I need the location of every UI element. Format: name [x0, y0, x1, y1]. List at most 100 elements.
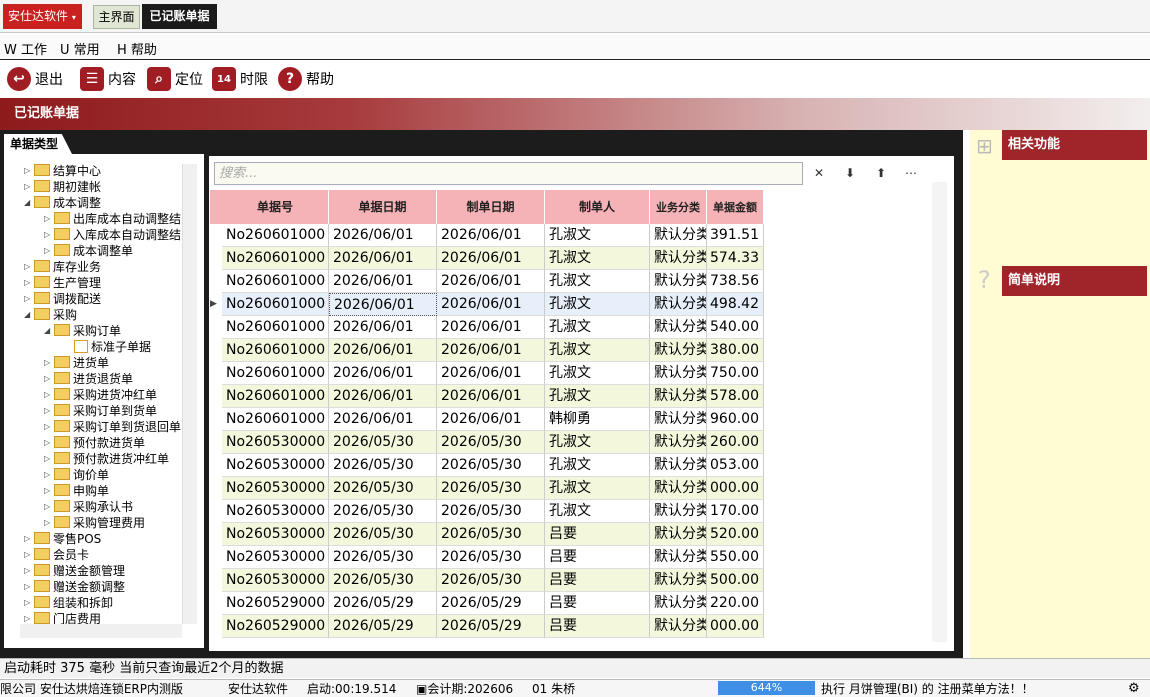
table-cell[interactable]: 220.00 — [707, 592, 764, 615]
collapsed-arrow-icon[interactable]: ▷ — [44, 502, 54, 511]
table-cell[interactable]: 默认分类 — [650, 362, 707, 385]
collapsed-arrow-icon[interactable]: ▷ — [24, 294, 34, 303]
table-row[interactable]: No260530000 2026/05/30 2026/05/30 吕要 默认分类 550… — [210, 546, 931, 569]
tree-item[interactable]: ▷ 入库成本自动调整结 — [44, 226, 181, 242]
tree-item[interactable]: ▷ 期初建帐 — [24, 178, 101, 194]
tree-item[interactable]: ▷ 赠送金额调整 — [24, 578, 125, 594]
table-cell[interactable]: 孔淑文 — [545, 316, 650, 339]
table-cell[interactable]: 默认分类 — [650, 385, 707, 408]
row-selector[interactable] — [210, 247, 222, 270]
related-functions-header[interactable]: 相关功能 — [1002, 130, 1147, 160]
table-row[interactable]: No260601000 2026/06/01 2026/06/01 韩柳勇 默认分类 96… — [210, 408, 931, 431]
table-cell[interactable]: No260601000 — [222, 339, 329, 362]
table-cell[interactable]: No260601000 — [222, 270, 329, 293]
table-row[interactable]: No260530000 2026/05/30 2026/05/30 孔淑文 默认分类 17… — [210, 500, 931, 523]
table-row[interactable]: No260601000 2026/06/01 2026/06/01 孔淑文 默认分类 75… — [210, 362, 931, 385]
row-selector[interactable] — [210, 270, 222, 293]
table-cell[interactable]: 2026/05/30 — [329, 569, 437, 592]
tree-item[interactable]: ▷ 申购单 — [44, 482, 109, 498]
table-cell[interactable]: 2026/06/01 — [329, 247, 437, 270]
table-cell[interactable]: 默认分类 — [650, 270, 707, 293]
help-button[interactable]: ? 帮助 — [278, 66, 334, 92]
tree-item[interactable]: ▷ 采购管理费用 — [44, 514, 145, 530]
table-cell[interactable]: 2026/06/01 — [437, 408, 545, 431]
row-selector[interactable] — [210, 615, 222, 638]
row-selector[interactable] — [210, 224, 222, 247]
table-cell[interactable]: 吕要 — [545, 546, 650, 569]
tree-vertical-scrollbar[interactable] — [182, 164, 197, 624]
expanded-arrow-icon[interactable]: ◢ — [24, 310, 34, 319]
table-cell[interactable]: 2026/06/01 — [437, 316, 545, 339]
table-cell[interactable]: 默认分类 — [650, 500, 707, 523]
tree-item[interactable]: ▷ 出库成本自动调整结 — [44, 210, 181, 226]
table-cell[interactable]: 孔淑文 — [545, 454, 650, 477]
table-cell[interactable]: No260529000 — [222, 592, 329, 615]
table-cell[interactable]: 2026/05/30 — [329, 454, 437, 477]
table-cell[interactable]: No260530000 — [222, 431, 329, 454]
table-row[interactable]: No260530000 2026/05/30 2026/05/30 孔淑文 默认分类 05… — [210, 454, 931, 477]
table-cell[interactable]: No260601000 — [222, 408, 329, 431]
tree-item[interactable]: ▷ 门店费用 — [24, 610, 101, 626]
brand-menu-button[interactable]: 安仕达软件 ▾ — [3, 4, 82, 29]
collapsed-arrow-icon[interactable]: ▷ — [44, 438, 54, 447]
expanded-arrow-icon[interactable]: ◢ — [24, 198, 34, 207]
table-cell[interactable]: 2026/05/30 — [329, 477, 437, 500]
tree-item[interactable]: ▷ 询价单 — [44, 466, 109, 482]
row-selector[interactable] — [210, 592, 222, 615]
column-header[interactable]: 制单日期 — [437, 190, 545, 224]
row-selector[interactable] — [210, 385, 222, 408]
next-match-button[interactable]: ⬇ — [839, 163, 861, 184]
table-cell[interactable]: 2026/06/01 — [437, 247, 545, 270]
expanded-arrow-icon[interactable]: ◢ — [44, 326, 54, 335]
collapsed-arrow-icon[interactable]: ▷ — [24, 182, 34, 191]
tree-item[interactable]: ▷ 采购订单到货退回单 — [44, 418, 181, 434]
previous-match-button[interactable]: ⬆ — [870, 163, 892, 184]
table-row[interactable]: No260601000 2026/06/01 2026/06/01 孔淑文 默认分类 39… — [210, 224, 931, 247]
table-cell[interactable]: No260601000 — [222, 293, 329, 316]
tree-item[interactable]: ▷ 进货退货单 — [44, 370, 133, 386]
table-cell[interactable]: 默认分类 — [650, 592, 707, 615]
table-cell[interactable]: 053.00 — [707, 454, 764, 477]
table-row[interactable]: No260601000 2026/06/01 2026/06/01 孔淑文 默认分类 73… — [210, 270, 931, 293]
table-cell[interactable]: No260530000 — [222, 500, 329, 523]
table-cell[interactable]: No260530000 — [222, 569, 329, 592]
table-cell[interactable]: 孔淑文 — [545, 431, 650, 454]
table-cell[interactable]: 孔淑文 — [545, 385, 650, 408]
table-cell[interactable]: 750.00 — [707, 362, 764, 385]
tree-item[interactable]: ▷ 调拨配送 — [24, 290, 101, 306]
table-cell[interactable]: 默认分类 — [650, 477, 707, 500]
tree-item[interactable]: ▷ 采购订单到货单 — [44, 402, 157, 418]
menu-help[interactable]: H 帮助 — [117, 39, 157, 58]
collapsed-arrow-icon[interactable]: ▷ — [44, 406, 54, 415]
table-row[interactable]: No260529000 2026/05/29 2026/05/29 吕要 默认分类 220… — [210, 592, 931, 615]
table-cell[interactable]: 574.33 — [707, 247, 764, 270]
collapsed-arrow-icon[interactable]: ▷ — [24, 534, 34, 543]
tree-item[interactable]: ▷ 生产管理 — [24, 274, 101, 290]
collapsed-arrow-icon[interactable]: ▷ — [44, 230, 54, 239]
collapsed-arrow-icon[interactable]: ▷ — [24, 598, 34, 607]
table-cell[interactable]: No260530000 — [222, 477, 329, 500]
row-selector[interactable] — [210, 569, 222, 592]
table-cell[interactable]: 默认分类 — [650, 431, 707, 454]
table-cell[interactable]: 2026/05/30 — [329, 431, 437, 454]
collapsed-arrow-icon[interactable]: ▷ — [24, 550, 34, 559]
collapsed-arrow-icon[interactable]: ▷ — [44, 374, 54, 383]
table-cell[interactable]: 540.00 — [707, 316, 764, 339]
row-selector[interactable] — [210, 431, 222, 454]
tree-item[interactable]: ▷ 库存业务 — [24, 258, 101, 274]
column-header[interactable]: 业务分类 — [650, 190, 707, 224]
row-selector[interactable] — [210, 546, 222, 569]
collapsed-arrow-icon[interactable]: ▷ — [24, 262, 34, 271]
table-cell[interactable]: 默认分类 — [650, 293, 707, 316]
table-cell[interactable]: 2026/06/01 — [329, 385, 437, 408]
table-cell[interactable]: 吕要 — [545, 523, 650, 546]
table-cell[interactable]: 默认分类 — [650, 224, 707, 247]
collapsed-arrow-icon[interactable]: ▷ — [44, 454, 54, 463]
table-cell[interactable]: 498.42 — [707, 293, 764, 316]
table-row[interactable]: No260601000 2026/06/01 2026/06/01 孔淑文 默认分类 54… — [210, 316, 931, 339]
table-cell[interactable]: No260530000 — [222, 523, 329, 546]
search-options-button[interactable]: ⋯ — [900, 163, 922, 184]
table-cell[interactable]: 2026/06/01 — [329, 339, 437, 362]
table-cell[interactable]: 170.00 — [707, 500, 764, 523]
tree-item[interactable]: ▷ 采购进货冲红单 — [44, 386, 157, 402]
